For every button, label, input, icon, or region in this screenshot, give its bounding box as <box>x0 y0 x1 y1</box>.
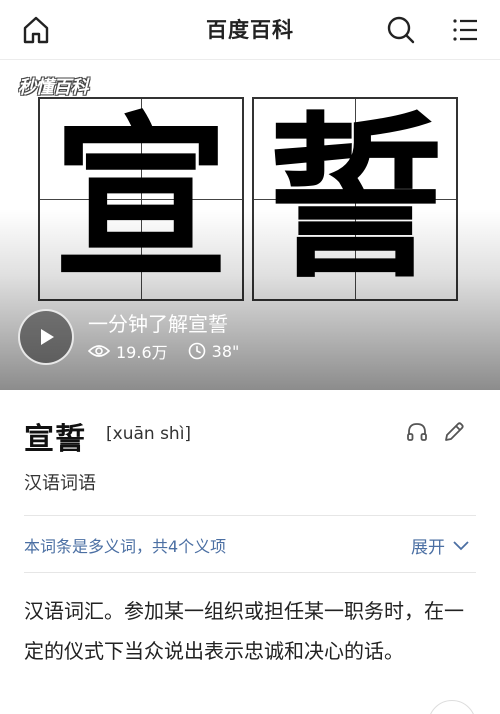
menu-icon <box>453 19 477 41</box>
term-pinyin: [xuān shì] <box>106 424 192 444</box>
watermark-logo: 秒懂百科 <box>18 77 89 98</box>
expand-button[interactable]: 展开 <box>411 533 469 558</box>
term-title: 宣誓 <box>24 422 86 457</box>
play-button[interactable] <box>18 309 74 365</box>
clock-icon <box>188 342 205 360</box>
term-category: 汉语词语 <box>24 473 96 494</box>
video-stats: 19.6万 38" <box>88 339 259 363</box>
search-button[interactable] <box>383 12 419 48</box>
top-bar: 百度百科 <box>0 0 500 60</box>
menu-button[interactable] <box>447 12 483 48</box>
divider <box>24 515 476 516</box>
floating-action-button[interactable] <box>428 700 476 714</box>
video-player[interactable]: 宣 誓 秒懂百科 一分钟了解宣誓 19.6万 38" <box>0 61 500 390</box>
expand-label: 展开 <box>411 538 445 558</box>
play-icon <box>41 329 54 345</box>
video-title: 一分钟了解宣誓 <box>88 312 228 336</box>
polysemy-notice[interactable]: 本词条是多义词，共4个义项 <box>24 533 226 557</box>
app-title: 百度百科 <box>206 18 294 42</box>
view-count: 19.6万 <box>116 343 168 362</box>
pronunciation-button[interactable] <box>405 420 429 448</box>
search-icon <box>387 16 415 44</box>
pencil-icon <box>445 422 464 441</box>
video-duration: 38" <box>211 341 240 361</box>
chevron-down-icon <box>453 540 469 550</box>
eye-icon <box>88 345 110 357</box>
definition-text: 汉语词汇。参加某一组织或担任某一职务时，在一定的仪式下当众说出表示忠诚和决心的话… <box>24 599 464 663</box>
divider <box>24 572 476 573</box>
headphones-icon <box>407 423 427 441</box>
edit-button[interactable] <box>442 420 466 448</box>
